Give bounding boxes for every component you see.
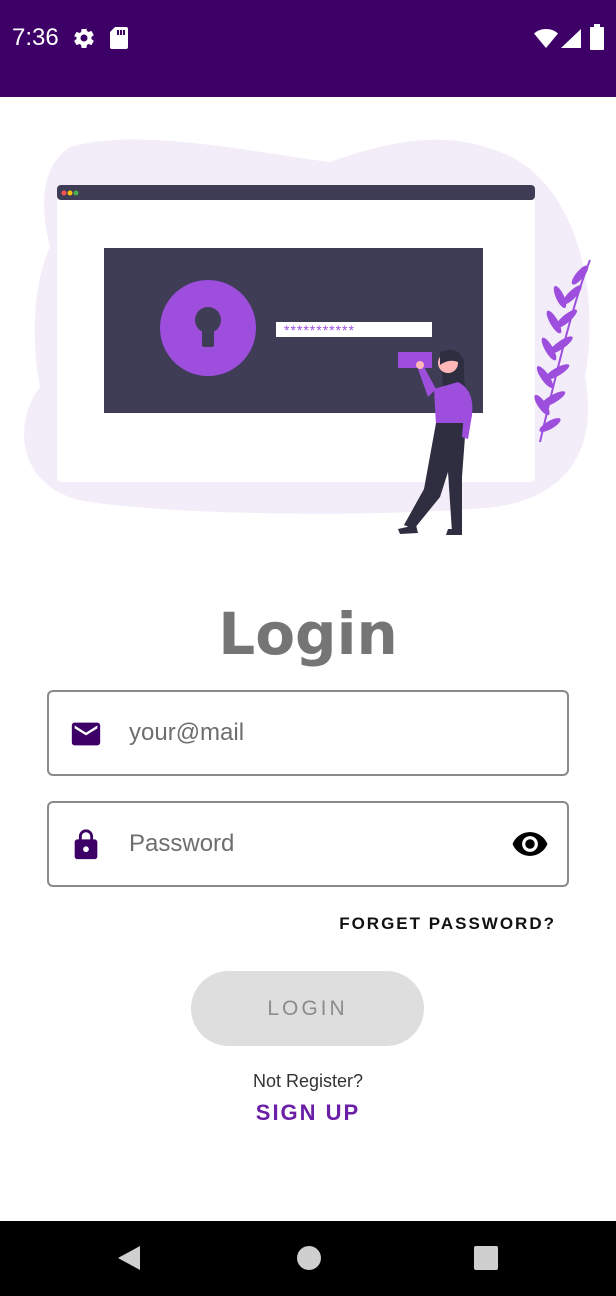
status-time: 7:36 xyxy=(12,24,59,51)
forget-password-button[interactable]: FORGET PASSWORD? xyxy=(339,914,556,934)
back-icon[interactable] xyxy=(116,1245,142,1276)
login-button[interactable]: LOGIN xyxy=(191,971,424,1046)
password-mask: *********** xyxy=(284,322,355,338)
signal-icon xyxy=(560,28,582,53)
gear-icon xyxy=(72,26,96,55)
sd-card-icon xyxy=(108,26,130,55)
navigation-bar xyxy=(0,1221,616,1296)
password-field[interactable] xyxy=(47,801,569,887)
submit-box xyxy=(398,352,432,368)
browser-titlebar xyxy=(57,185,535,200)
wifi-icon xyxy=(534,28,558,53)
not-register-text: Not Register? xyxy=(252,1071,364,1091)
lock-icon xyxy=(69,828,103,862)
sign-up-link[interactable]: SIGN UP xyxy=(0,1100,616,1126)
home-icon[interactable] xyxy=(296,1245,322,1276)
login-illustration: *********** xyxy=(24,139,591,535)
email-input[interactable] xyxy=(129,692,509,774)
battery-icon xyxy=(590,24,604,55)
recents-icon[interactable] xyxy=(473,1245,499,1276)
status-bar: 7:36 xyxy=(0,0,616,97)
email-field[interactable] xyxy=(47,690,569,776)
mail-icon xyxy=(69,717,103,751)
page-title: Login xyxy=(218,600,398,668)
password-input[interactable] xyxy=(129,803,509,885)
eye-icon[interactable] xyxy=(511,829,549,859)
